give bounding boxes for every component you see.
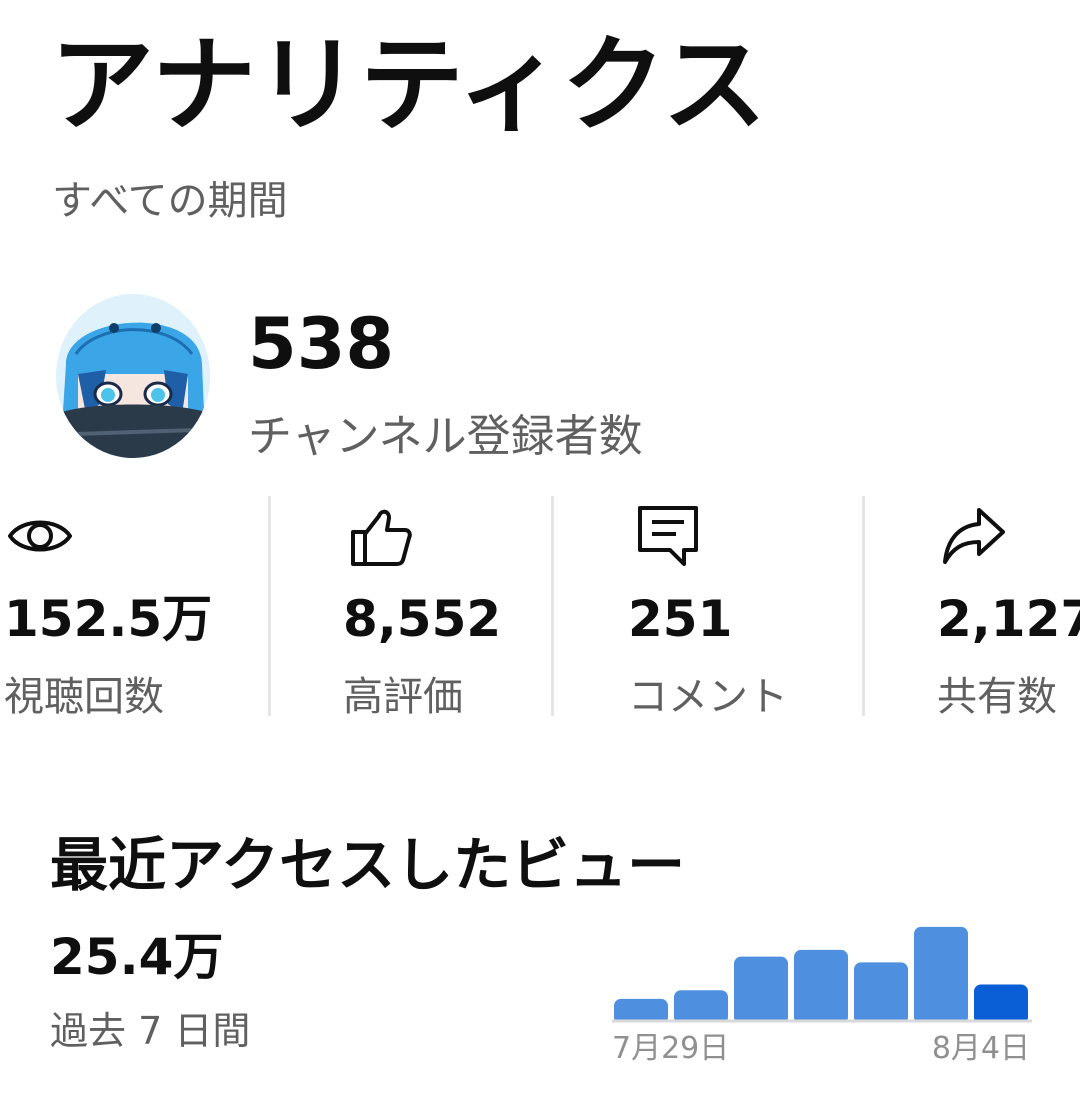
comment-icon [638, 506, 698, 566]
comments-label: コメント [628, 674, 788, 720]
eye-icon [8, 520, 72, 552]
likes-label: 高評価 [343, 674, 463, 720]
likes-value: 8,552 [343, 590, 502, 648]
views-value: 152.5万 [4, 590, 213, 648]
chart-tick-label: 8月4日 [932, 1031, 1030, 1066]
comments-value: 251 [628, 590, 733, 648]
stat-comments[interactable]: 251 コメント [554, 496, 862, 720]
share-icon [943, 508, 1005, 564]
recent-views-period: 過去 7 日間 [50, 1009, 251, 1053]
chart-bar[interactable] [734, 956, 788, 1024]
thumbs-up-icon [351, 509, 412, 566]
shares-value: 2,127 [937, 590, 1080, 648]
recent-views-chart[interactable]: 7月29日 8月4日 [610, 910, 1034, 1070]
views-label: 視聴回数 [4, 674, 164, 720]
chart-bar[interactable] [974, 984, 1028, 1024]
channel-avatar[interactable] [56, 294, 210, 458]
channel-avatar-illustration [56, 294, 210, 458]
subscriber-label: チャンネル登録者数 [248, 411, 643, 462]
chart-bar[interactable] [794, 949, 848, 1024]
chart-bar[interactable] [854, 962, 908, 1024]
page-title: アナリティクス [50, 24, 767, 146]
period-label[interactable]: すべての期間 [52, 168, 288, 226]
stat-likes[interactable]: 8,552 高評価 [271, 496, 551, 720]
chart-bar[interactable] [914, 926, 968, 1024]
stat-views[interactable]: 152.5万 視聴回数 [0, 496, 268, 720]
stat-shares[interactable]: 2,127 共有数 [865, 496, 1080, 720]
chart-bar[interactable] [674, 990, 728, 1024]
recent-views-title: 最近アクセスしたビュー [50, 831, 686, 899]
chart-tick-label: 7月29日 [612, 1031, 729, 1066]
shares-label: 共有数 [937, 674, 1057, 720]
subscriber-count: 538 [248, 303, 395, 385]
recent-views-value[interactable]: 25.4万 [50, 930, 223, 985]
